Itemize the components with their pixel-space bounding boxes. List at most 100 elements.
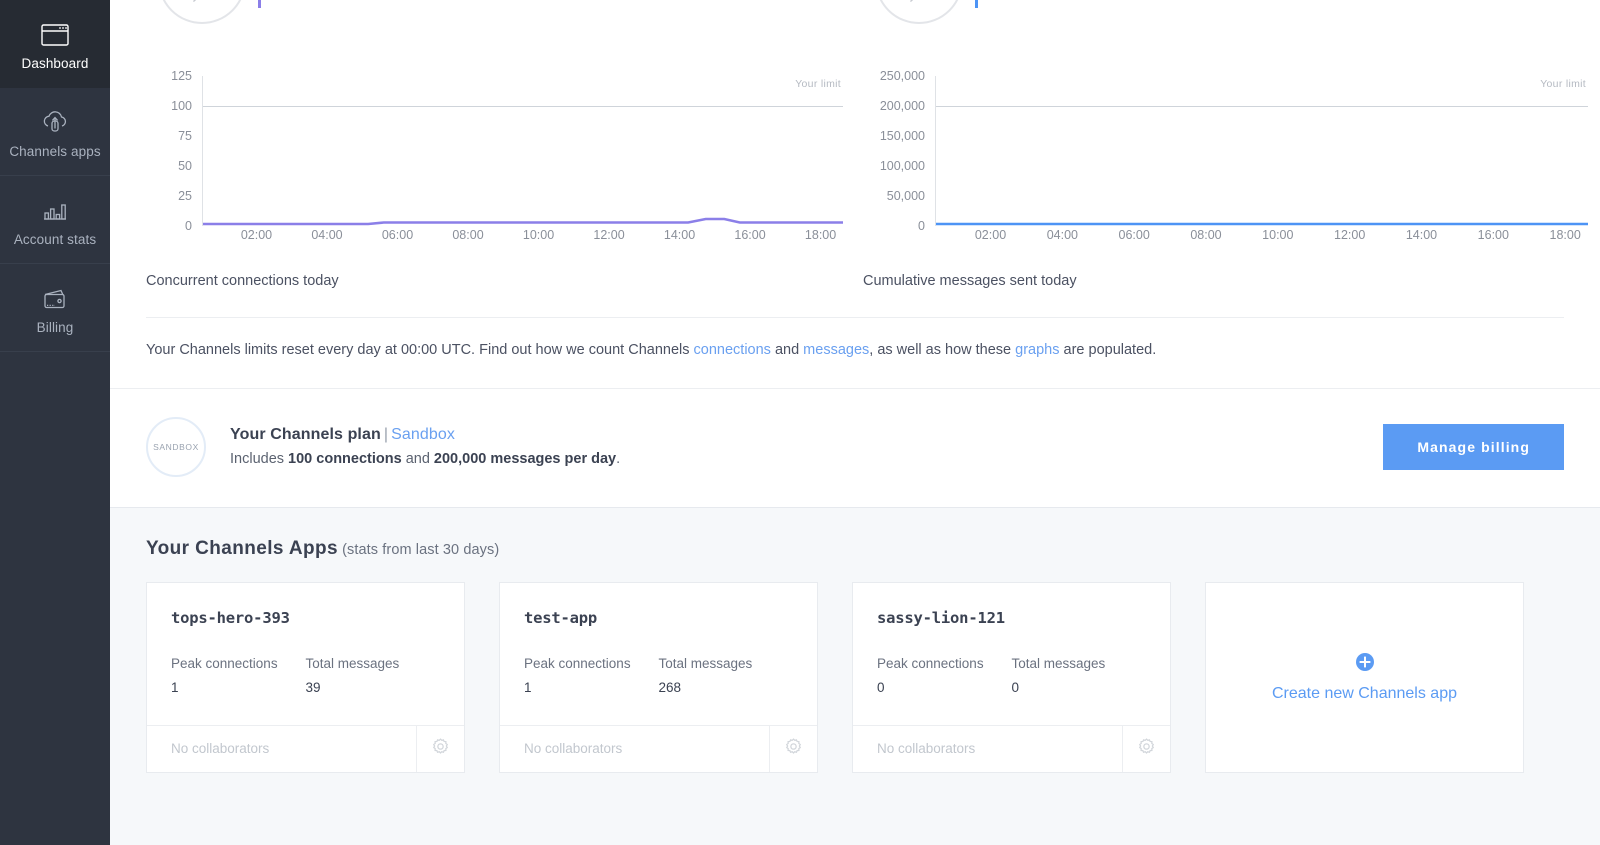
gauge-ring: [158, 0, 246, 24]
app-card-footer: No collaborators: [853, 725, 1170, 772]
gauge-ring: [875, 0, 963, 24]
sidebar-item-label: Dashboard: [22, 57, 89, 71]
y-tick: 25: [178, 189, 192, 203]
stat-value: 0: [877, 680, 1012, 695]
info-part-2: and: [771, 342, 803, 358]
x-tick: 04:00: [1047, 228, 1078, 242]
plus-circle-icon: [1355, 652, 1375, 677]
stat-value: 39: [306, 680, 441, 695]
x-tick: 14:00: [1406, 228, 1437, 242]
x-tick: 08:00: [452, 228, 483, 242]
plan-includes: Includes 100 connections and 200,000 mes…: [230, 451, 1383, 467]
app-name: tops-hero-393: [171, 609, 440, 627]
gauge-marker: [975, 0, 978, 8]
x-tick: 02:00: [975, 228, 1006, 242]
sidebar-filler: [0, 352, 110, 845]
sidebar-item-account-stats[interactable]: Account stats: [0, 176, 110, 264]
stat-peak-connections: Peak connections 1: [524, 656, 659, 695]
bar-chart-icon: [41, 196, 69, 226]
gauge-caption: daily limit: [174, 0, 224, 2]
x-tick: 12:00: [1334, 228, 1365, 242]
chart-connections: daily limit 125 100 75 50 25 0 Your limi…: [110, 0, 855, 289]
gauge-strip-messages: daily limit: [863, 0, 1600, 66]
stat-label: Total messages: [659, 656, 794, 671]
gear-icon: [784, 737, 803, 761]
app-stats: Peak connections 1 Total messages 268: [524, 656, 793, 695]
y-tick: 0: [918, 219, 925, 233]
app-root: Dashboard Channels apps: [0, 0, 1600, 845]
y-tick: 0: [185, 219, 192, 233]
y-tick: 150,000: [880, 129, 925, 143]
chart-body-connections: 125 100 75 50 25 0 Your limit: [146, 76, 855, 261]
stat-label: Peak connections: [524, 656, 659, 671]
x-tick: 10:00: [523, 228, 554, 242]
x-tick: 04:00: [311, 228, 342, 242]
collaborators-text: No collaborators: [147, 726, 416, 772]
app-stats: Peak connections 0 Total messages 0: [877, 656, 1146, 695]
main-content: daily limit 125 100 75 50 25 0 Your limi…: [110, 0, 1600, 845]
app-settings-button[interactable]: [769, 726, 817, 772]
stat-value: 1: [524, 680, 659, 695]
app-cards-list: tops-hero-393 Peak connections 1 Total m…: [146, 582, 1564, 773]
create-new-app-label: Create new Channels app: [1272, 685, 1457, 703]
apps-heading: Your Channels Apps (stats from last 30 d…: [146, 538, 1564, 560]
x-tick: 12:00: [593, 228, 624, 242]
wallet-icon: [41, 284, 69, 314]
gear-icon: [431, 737, 450, 761]
manage-billing-button[interactable]: Manage billing: [1383, 424, 1564, 470]
app-card[interactable]: test-app Peak connections 1 Total messag…: [499, 582, 818, 773]
plan-details: Your Channels plan|Sandbox Includes 100 …: [230, 426, 1383, 467]
connections-link[interactable]: connections: [694, 342, 771, 358]
sidebar-item-dashboard[interactable]: Dashboard: [0, 0, 110, 88]
x-tick: 06:00: [382, 228, 413, 242]
app-settings-button[interactable]: [416, 726, 464, 772]
collaborators-text: No collaborators: [500, 726, 769, 772]
x-tick: 06:00: [1119, 228, 1150, 242]
chart-body-messages: 250,000 200,000 150,000 100,000 50,000 0…: [863, 76, 1600, 261]
stat-total-messages: Total messages 268: [659, 656, 794, 695]
app-settings-button[interactable]: [1122, 726, 1170, 772]
stat-label: Peak connections: [171, 656, 306, 671]
apps-heading-title: Your Channels Apps: [146, 538, 338, 559]
stat-value: 1: [171, 680, 306, 695]
gauge-strip-connections: daily limit: [146, 0, 855, 66]
gauge-caption: daily limit: [891, 0, 941, 2]
plan-badge: SANDBOX: [146, 417, 206, 477]
chart-messages: daily limit 250,000 200,000 150,000 100,…: [855, 0, 1600, 289]
limit-label: Your limit: [795, 78, 841, 90]
plan-title-row: Your Channels plan|Sandbox: [230, 426, 1383, 444]
y-axis-connections: 125 100 75 50 25 0: [146, 76, 198, 226]
plan-name-link[interactable]: Sandbox: [391, 426, 455, 443]
charts-row: daily limit 125 100 75 50 25 0 Your limi…: [110, 0, 1600, 289]
stat-total-messages: Total messages 0: [1012, 656, 1147, 695]
stat-label: Total messages: [1012, 656, 1147, 671]
y-tick: 200,000: [880, 99, 925, 113]
stat-label: Total messages: [306, 656, 441, 671]
sidebar-item-label: Billing: [37, 321, 74, 335]
graphs-link[interactable]: graphs: [1015, 342, 1059, 358]
stat-label: Peak connections: [877, 656, 1012, 671]
x-tick: 10:00: [1262, 228, 1293, 242]
x-tick: 18:00: [1550, 228, 1581, 242]
limits-info-text: Your Channels limits reset every day at …: [110, 318, 1600, 388]
stat-peak-connections: Peak connections 1: [171, 656, 306, 695]
x-tick: 02:00: [241, 228, 272, 242]
collaborators-text: No collaborators: [853, 726, 1122, 772]
stat-value: 268: [659, 680, 794, 695]
app-stats: Peak connections 1 Total messages 39: [171, 656, 440, 695]
app-card[interactable]: sassy-lion-121 Peak connections 0 Total …: [852, 582, 1171, 773]
y-tick: 50: [178, 159, 192, 173]
gear-icon: [1137, 737, 1156, 761]
app-card[interactable]: tops-hero-393 Peak connections 1 Total m…: [146, 582, 465, 773]
create-new-app-card[interactable]: Create new Channels app: [1205, 582, 1524, 773]
messages-link[interactable]: messages: [803, 342, 869, 358]
stat-total-messages: Total messages 39: [306, 656, 441, 695]
sidebar-item-billing[interactable]: Billing: [0, 264, 110, 352]
plan-separator: |: [381, 426, 391, 443]
sidebar-item-channels-apps[interactable]: Channels apps: [0, 88, 110, 176]
includes-messages: 200,000 messages per day: [434, 451, 616, 467]
series-line-messages: [936, 166, 1588, 226]
includes-connections: 100 connections: [288, 451, 402, 467]
y-axis-messages: 250,000 200,000 150,000 100,000 50,000 0: [863, 76, 931, 226]
limit-label: Your limit: [1540, 78, 1586, 90]
